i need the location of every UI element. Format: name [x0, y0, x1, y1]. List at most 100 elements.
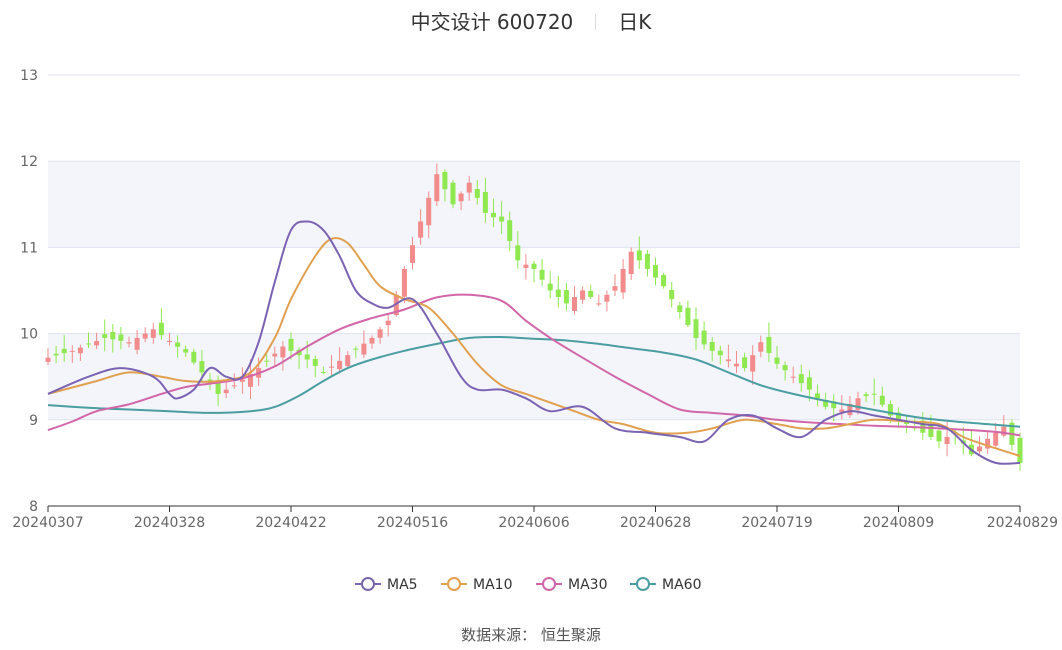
candle-body — [158, 322, 164, 336]
candle-body — [490, 212, 497, 218]
candle-body — [863, 394, 869, 397]
candle-body — [369, 337, 375, 344]
grid-band — [48, 333, 1020, 420]
x-tick-label: 20240628 — [620, 515, 691, 531]
candlestick[interactable] — [158, 308, 164, 340]
candle-body — [652, 265, 659, 278]
candle-body — [142, 333, 148, 339]
candle-body — [709, 341, 715, 351]
x-tick-label: 20240422 — [255, 515, 326, 531]
candle-body — [442, 171, 448, 190]
candlestick[interactable] — [677, 302, 683, 319]
candle-body — [693, 319, 699, 338]
candle-body — [725, 359, 731, 362]
candle-body — [515, 245, 521, 261]
candle-body — [85, 343, 92, 345]
candlestick[interactable] — [644, 249, 650, 277]
legend-label: MA10 — [473, 577, 512, 593]
legend-item-ma5[interactable]: MA5 — [355, 577, 418, 593]
candle-body — [766, 336, 772, 353]
candlestick[interactable] — [523, 254, 529, 280]
title-separator — [595, 14, 597, 30]
candle-body — [661, 274, 667, 287]
candle-body — [288, 338, 294, 351]
candle-body — [53, 353, 59, 356]
candle-body — [644, 253, 650, 269]
candlestick[interactable] — [620, 258, 626, 300]
legend-swatch-marker — [361, 577, 375, 591]
candle-body — [385, 320, 391, 326]
candle-body — [474, 189, 480, 198]
candle-body — [328, 366, 335, 368]
candle-body — [790, 376, 796, 378]
candle-body — [701, 330, 707, 345]
candle-body — [345, 355, 351, 367]
legend-item-ma30[interactable]: MA30 — [536, 577, 607, 593]
candlestick[interactable] — [612, 274, 618, 297]
candle-body — [361, 343, 367, 355]
x-tick-label: 20240606 — [498, 515, 569, 531]
candle-body — [604, 294, 610, 302]
candlestick[interactable] — [531, 260, 537, 283]
legend-item-ma60[interactable]: MA60 — [630, 577, 701, 593]
candle-body — [150, 329, 156, 338]
stock-name-code: 中交设计 600720 — [410, 10, 574, 34]
y-tick-label: 10 — [20, 327, 38, 343]
candlestick[interactable] — [563, 283, 569, 311]
candlestick[interactable] — [555, 275, 561, 308]
candle-body — [580, 290, 586, 300]
candlestick[interactable] — [993, 422, 999, 450]
candlestick[interactable] — [547, 271, 553, 299]
candle-body — [758, 342, 764, 352]
candle-body — [401, 268, 407, 297]
candle-body — [976, 446, 983, 452]
candle-body — [944, 437, 950, 444]
candle-body — [507, 220, 513, 241]
candle-body — [499, 216, 505, 222]
candlestick[interactable] — [669, 281, 675, 308]
legend-label: MA5 — [387, 577, 418, 593]
candle-body — [798, 374, 804, 384]
legend[interactable]: MA5 MA10 MA30 MA60 — [355, 577, 701, 593]
candle-body — [77, 347, 83, 354]
candle-body — [418, 221, 424, 238]
candlestick[interactable] — [985, 431, 991, 454]
candlestick[interactable] — [661, 272, 667, 289]
candlestick[interactable] — [604, 290, 610, 312]
candle-body — [733, 363, 740, 367]
period-label: 日K — [618, 10, 652, 34]
candle-body — [377, 329, 383, 338]
chart-root: 中交设计 600720 日K 8 9 10 11 12 13 20240307 2024032… — [0, 0, 1062, 646]
candle-body — [223, 389, 229, 394]
candle-body — [409, 245, 416, 263]
candle-body — [871, 393, 877, 395]
x-tick-label: 20240829 — [987, 515, 1058, 531]
candle-body — [588, 290, 594, 297]
x-tick-label: 20240328 — [134, 515, 205, 531]
candlestick[interactable] — [1017, 432, 1023, 471]
candle-body — [928, 425, 934, 438]
candlestick[interactable] — [539, 259, 545, 287]
candle-body — [264, 360, 270, 362]
candle-body — [110, 332, 116, 340]
candle-body — [669, 289, 675, 300]
candlestick[interactable] — [976, 436, 983, 454]
candle-body — [353, 348, 359, 350]
candle-body — [102, 334, 108, 338]
candlestick[interactable] — [652, 257, 659, 286]
legend-item-ma10[interactable]: MA10 — [441, 577, 512, 593]
legend-swatch-marker — [542, 577, 556, 591]
candle-body — [272, 353, 278, 357]
y-tick-label: 12 — [20, 154, 38, 170]
candlestick[interactable] — [685, 300, 691, 328]
candlestick[interactable] — [450, 180, 456, 209]
candlestick[interactable] — [580, 286, 586, 304]
candlestick[interactable] — [571, 286, 578, 315]
candlestick[interactable] — [628, 247, 634, 280]
candlestick[interactable] — [588, 284, 594, 299]
candlestick[interactable] — [596, 294, 602, 307]
candle-body — [555, 289, 561, 297]
candle-body — [750, 355, 756, 372]
candle-body — [742, 357, 748, 369]
candle-body — [539, 269, 545, 280]
